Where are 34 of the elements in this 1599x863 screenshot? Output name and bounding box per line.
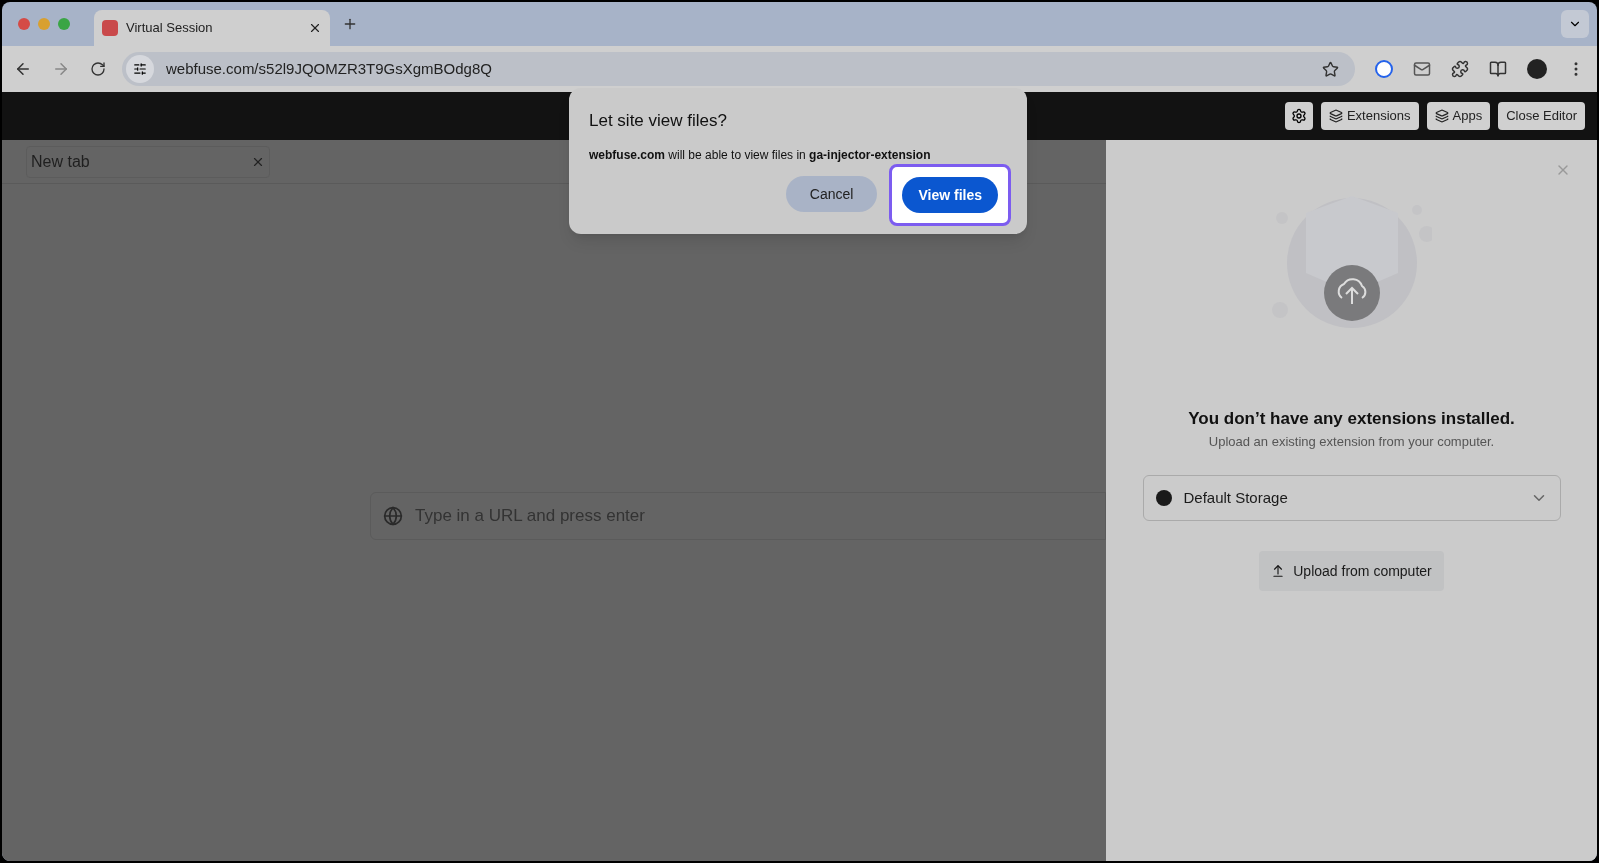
storage-value: Default Storage: [1183, 487, 1289, 508]
globe-icon: [383, 506, 403, 526]
reload-icon[interactable]: [90, 61, 106, 77]
profile-avatar[interactable]: [1527, 59, 1547, 79]
storage-select[interactable]: Default Storage: [1142, 475, 1561, 521]
address-text: webfuse.com/s52l9JQOMZR3T9GsXgmBOdg8Q: [166, 58, 493, 79]
empty-state-title: You don’t have any extensions installed.: [1188, 408, 1515, 430]
back-icon[interactable]: [14, 60, 32, 78]
bookmark-star-icon[interactable]: [1322, 60, 1339, 78]
gear-icon: [1290, 108, 1307, 124]
header-button[interactable]: Close Editor: [1498, 102, 1585, 130]
site-settings-icon[interactable]: [126, 55, 154, 83]
layers-icon: [1328, 109, 1343, 123]
dialog-title: Let site view files?: [589, 110, 728, 132]
address-bar[interactable]: webfuse.com/s52l9JQOMZR3T9GsXgmBOdg8Q: [122, 52, 1355, 86]
header-button[interactable]: Apps: [1426, 102, 1491, 130]
layers-icon: [1434, 109, 1449, 123]
settings-button[interactable]: [1284, 102, 1313, 130]
mail-icon[interactable]: [1413, 60, 1431, 78]
reading-list-icon[interactable]: [1489, 60, 1507, 78]
close-tab-icon[interactable]: [308, 21, 322, 35]
tab-title: Virtual Session: [126, 19, 214, 38]
header-button[interactable]: Extensions: [1320, 102, 1419, 130]
dialog-message: webfuse.com will be able to view files in ga-injector-extension: [589, 146, 932, 164]
upload-icon: [1271, 564, 1286, 578]
site-favicon-icon: [102, 20, 118, 36]
new-tab-icon[interactable]: [342, 16, 358, 32]
view-files-button[interactable]: View files: [902, 177, 998, 213]
empty-state-subtitle: Upload an existing extension from your computer.: [1208, 432, 1495, 451]
browser-tab[interactable]: Virtual Session: [94, 10, 330, 46]
upload-button[interactable]: Upload from computer: [1259, 551, 1444, 591]
session-tab-title: New tab: [31, 151, 90, 172]
extensions-icon[interactable]: [1451, 60, 1469, 78]
cancel-button[interactable]: Cancel: [785, 176, 878, 212]
